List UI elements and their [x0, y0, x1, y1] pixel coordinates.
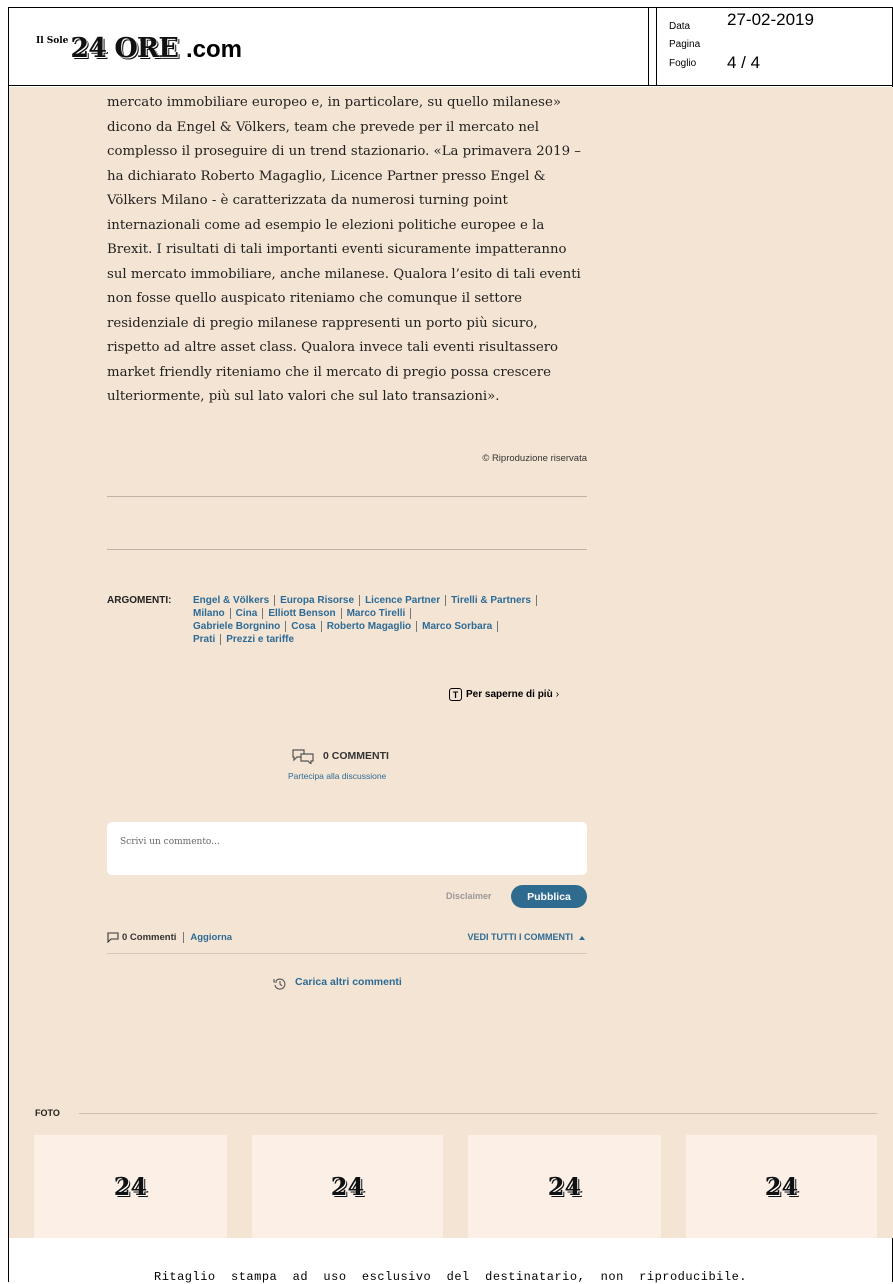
logo-ilsole: Il Sole	[36, 36, 69, 46]
thumbnail-logo: 24	[547, 1172, 582, 1201]
logo-suffix: .com	[185, 36, 242, 63]
comments-header: 0 COMMENTI	[291, 748, 389, 764]
article-line: non fosse quello auspicato riteniamo che…	[107, 291, 522, 306]
per-saperne-link[interactable]: T Per saperne di più ›	[449, 688, 559, 701]
topic-tag-link[interactable]: Marco Tirelli	[347, 608, 406, 619]
logo-24ore: 24 ORE	[70, 33, 179, 64]
topic-tag-link[interactable]: Milano	[193, 608, 225, 619]
header-logo-box: Il Sole 24 ORE .com	[8, 7, 649, 85]
photo-thumbnail[interactable]: 24	[468, 1135, 661, 1238]
tag-separator	[320, 620, 322, 632]
topic-tag-link[interactable]: Prati	[193, 634, 215, 645]
history-icon	[273, 978, 286, 990]
topic-tag-link[interactable]: Prezzi e tariffe	[226, 634, 294, 645]
t-logo-icon: T	[449, 688, 462, 701]
thumbnail-logo: 24	[113, 1172, 148, 1201]
tag-separator	[445, 595, 447, 606]
article-line: internazionali come ad esempio le elezio…	[107, 217, 545, 233]
comments-subtitle[interactable]: Partecipa alla discussione	[288, 771, 386, 781]
comments-count-label: 0 Commenti	[122, 932, 177, 943]
tag-separator	[220, 633, 222, 645]
view-all-comments-link[interactable]: VEDI TUTTI I COMMENTI	[467, 932, 585, 942]
argomenti-section: ARGOMENTI: Engel & Völkers Europa Risorse…	[107, 595, 553, 647]
divider	[107, 549, 587, 550]
comment-input[interactable]: Scrivi un commento...	[107, 822, 587, 875]
load-more-label: Carica altri commenti	[295, 976, 402, 988]
tag-separator	[340, 607, 342, 619]
foto-label: FOTO	[35, 1108, 60, 1118]
comments-count: 0 Commenti Aggiorna	[107, 932, 232, 943]
disclaimer-link[interactable]: Disclaimer	[446, 891, 492, 901]
article-line: mercato immobiliare europeo e, in partic…	[107, 95, 561, 110]
tag-separator	[229, 607, 231, 619]
topic-tag-link[interactable]: Cosa	[291, 621, 315, 632]
article-line: ha dichiarato Roberto Magaglio, Licence …	[107, 168, 546, 184]
header: Il Sole 24 ORE .com Data 27-02-2019 Pagi…	[8, 7, 893, 86]
topic-tag-link[interactable]: Engel & Völkers	[193, 595, 269, 606]
topic-tag-link[interactable]: Gabriele Borgnino	[193, 621, 280, 632]
load-more-comments-button[interactable]: Carica altri commenti	[273, 973, 402, 991]
article-line: dicono da Engel & Völkers, team che prev…	[107, 119, 540, 135]
comment-bubble-icon	[107, 932, 119, 943]
pagina-label: Pagina	[669, 39, 701, 50]
article-line: complesso il proseguire di un trend staz…	[107, 144, 581, 159]
article-line: residenziale di pregio milanese rapprese…	[107, 315, 538, 331]
separator	[183, 932, 185, 943]
topic-tag-link[interactable]: Marco Sorbara	[422, 621, 492, 632]
copyright-note: © Riproduzione riservata	[482, 453, 587, 464]
article-line: sul mercato immobiliare, anche milanese.…	[107, 266, 581, 282]
topic-tag-link[interactable]: Europa Risorse	[280, 595, 354, 606]
topic-tag-link[interactable]: Cina	[236, 608, 258, 619]
divider	[107, 496, 587, 497]
data-value: 27-02-2019	[727, 10, 814, 29]
refresh-link[interactable]: Aggiorna	[190, 932, 232, 943]
article-line: rispetto ad altre asset class. Qualora i…	[107, 340, 559, 355]
data-label: Data	[669, 21, 691, 32]
article-line: market friendly riteniamo che il mercato…	[107, 364, 551, 380]
photo-thumbnail[interactable]: 24	[686, 1135, 877, 1238]
article-line: Brexit. I risultati di tali importanti e…	[107, 242, 567, 257]
photo-thumbnail[interactable]: 24	[34, 1135, 227, 1238]
view-all-label: VEDI TUTTI I COMMENTI	[467, 932, 574, 942]
tag-separator	[262, 607, 264, 619]
article-line: Völkers Milano - è caratterizzata da num…	[107, 193, 508, 208]
foglio-label: Foglio	[669, 58, 697, 69]
topic-tag-link[interactable]: Licence Partner	[365, 595, 440, 606]
per-saperne-label: Per saperne di più	[466, 689, 553, 700]
topic-tag-link[interactable]: Roberto Magaglio	[327, 621, 411, 632]
divider	[107, 953, 587, 954]
tag-separator	[535, 595, 537, 606]
foto-divider	[79, 1113, 877, 1114]
chevron-right-icon: ›	[555, 689, 560, 700]
thumbnail-logo: 24	[764, 1172, 799, 1201]
tag-separator	[497, 620, 499, 632]
tag-separator	[359, 595, 361, 606]
caret-up-icon	[579, 935, 585, 940]
tag-separator	[416, 620, 418, 632]
comments-title: 0 COMMENTI	[323, 750, 389, 762]
tag-separator	[274, 595, 276, 606]
tag-separator	[410, 607, 412, 619]
topic-tag-link[interactable]: Tirelli & Partners	[451, 595, 531, 606]
argomenti-tags: Engel & Völkers Europa Risorse Licence Par…	[193, 595, 553, 647]
header-meta-box: Data 27-02-2019 Pagina Foglio 4 / 4	[656, 7, 893, 85]
photo-thumbnail[interactable]: 24	[252, 1135, 443, 1238]
article-body: mercato immobiliare europeo e, in partic…	[107, 91, 597, 410]
article-line: ulteriormente, più sul lato valori che s…	[107, 389, 500, 404]
site-logo[interactable]: Il Sole 24 ORE .com	[36, 33, 242, 64]
tag-separator	[285, 620, 287, 632]
argomenti-label: ARGOMENTI:	[107, 595, 172, 606]
foglio-value: 4 / 4	[727, 53, 761, 72]
article-area: mercato immobiliare europeo e, in partic…	[9, 87, 893, 1238]
comments-icon	[292, 749, 314, 764]
thumbnail-logo: 24	[330, 1172, 365, 1201]
topic-tag-link[interactable]: Elliott Benson	[268, 608, 335, 619]
publish-button[interactable]: Pubblica	[511, 885, 587, 908]
